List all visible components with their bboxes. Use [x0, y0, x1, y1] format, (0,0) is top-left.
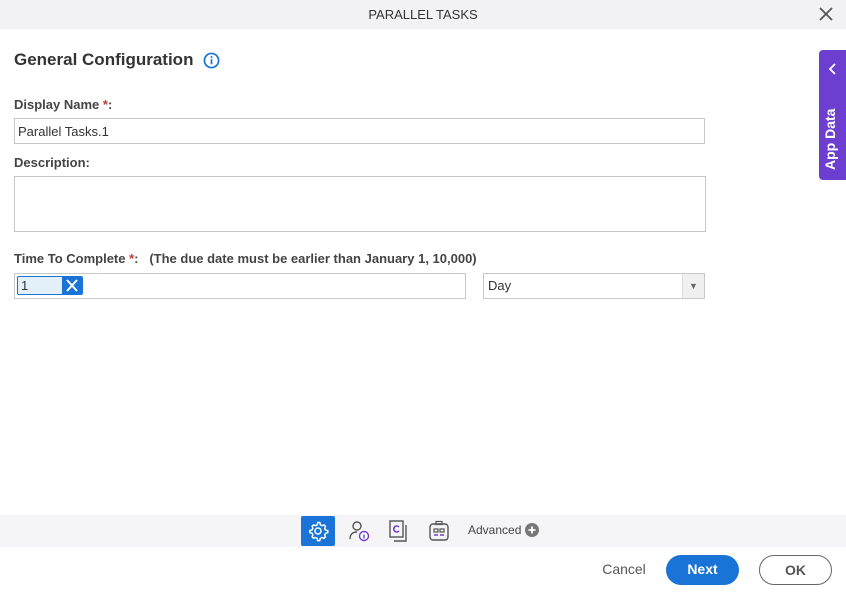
bottom-toolbar: Advanced	[0, 515, 846, 547]
time-value-chip: 1	[17, 276, 83, 295]
description-input[interactable]	[14, 176, 706, 232]
plus-circle-icon	[525, 523, 540, 537]
refresh-document-icon	[389, 520, 407, 542]
dropdown-arrow-icon[interactable]: ▼	[682, 274, 704, 298]
time-to-complete-label: Time To Complete *: (The due date must b…	[14, 251, 477, 266]
gear-icon	[309, 521, 329, 542]
due-date-hint: (The due date must be earlier than Janua…	[149, 251, 477, 266]
close-icon[interactable]	[818, 5, 834, 23]
dialog-title-bar: PARALLEL TASKS	[0, 0, 846, 29]
info-icon[interactable]	[203, 52, 220, 69]
time-unit-select[interactable]: Day ▼	[483, 273, 705, 299]
display-name-label: Display Name *:	[14, 97, 113, 112]
refresh-document-button[interactable]	[381, 516, 415, 546]
app-data-tab[interactable]: App Data	[819, 50, 846, 180]
next-button[interactable]: Next	[666, 555, 739, 585]
cancel-button[interactable]: Cancel	[595, 555, 653, 585]
badge-icon	[429, 520, 449, 541]
display-name-input[interactable]	[14, 118, 705, 144]
chevron-left-icon	[828, 63, 836, 75]
general-config-button[interactable]	[301, 516, 335, 546]
description-label: Description:	[14, 155, 90, 170]
clear-icon[interactable]	[62, 277, 82, 294]
participants-button[interactable]	[342, 516, 376, 546]
section-heading: General Configuration	[14, 50, 220, 70]
badge-button[interactable]	[422, 516, 456, 546]
advanced-button[interactable]: Advanced	[468, 523, 540, 537]
dialog-title: PARALLEL TASKS	[368, 7, 478, 22]
ok-button[interactable]: OK	[759, 555, 832, 585]
user-info-icon	[349, 521, 370, 542]
